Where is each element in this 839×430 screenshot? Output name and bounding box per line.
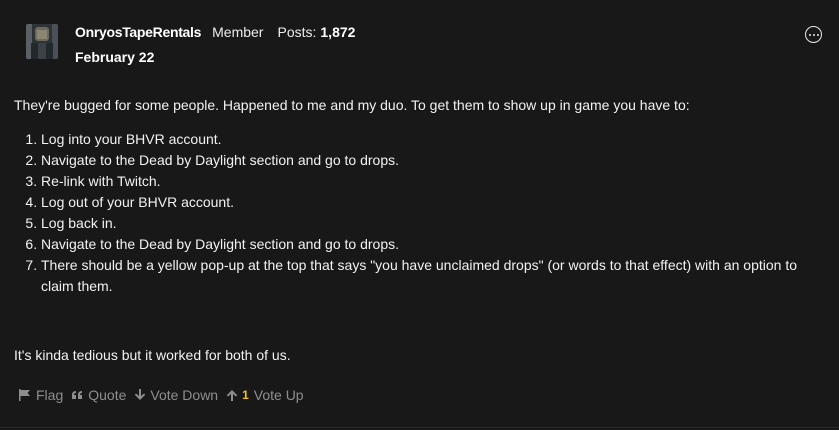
arrow-down-icon	[135, 389, 146, 400]
posts-label: Posts:	[277, 24, 317, 40]
post-divider	[0, 427, 839, 428]
options-dot	[808, 33, 811, 36]
author-role: Member	[212, 24, 264, 40]
author-line: OnryosTapeRentals Member Posts: 1,872	[75, 24, 355, 44]
ellipsis-circle-icon[interactable]	[805, 26, 822, 43]
quote-button[interactable]: Quote	[71, 387, 126, 403]
author-username[interactable]: OnryosTapeRentals	[75, 24, 201, 40]
list-item: Log back in.	[41, 213, 824, 234]
options-dot	[816, 33, 819, 36]
vote-up-button[interactable]: 1 Vote Up	[226, 387, 304, 403]
list-item: There should be a yellow pop-up at the t…	[41, 255, 824, 297]
vote-count: 1	[242, 388, 249, 402]
flag-icon	[19, 389, 30, 401]
arrow-up-icon	[226, 390, 238, 401]
quote-label: Quote	[88, 387, 127, 403]
post-header: OnryosTapeRentals Member Posts: 1,872 Fe…	[26, 24, 355, 65]
vote-down-label: Vote Down	[150, 387, 219, 403]
posts-count: 1,872	[320, 24, 356, 40]
list-item: Navigate to the Dead by Daylight section…	[41, 150, 824, 171]
list-item: Re-link with Twitch.	[41, 171, 824, 192]
flag-button[interactable]: Flag	[18, 387, 63, 403]
forum-post: OnryosTapeRentals Member Posts: 1,872 Fe…	[0, 0, 839, 430]
post-closing: It's kinda tedious but it worked for bot…	[14, 347, 291, 363]
flag-label: Flag	[36, 387, 64, 403]
avatar[interactable]	[26, 24, 58, 59]
post-actions: Flag Quote Vote Down 1 Vote Up	[18, 387, 312, 403]
author-meta: OnryosTapeRentals Member Posts: 1,872 Fe…	[75, 24, 355, 65]
vote-up-label: Vote Up	[253, 387, 304, 403]
post-body: They're bugged for some people. Happened…	[14, 95, 824, 297]
post-intro: They're bugged for some people. Happened…	[14, 97, 690, 113]
list-item: Navigate to the Dead by Daylight section…	[41, 234, 824, 255]
steps-list: Log into your BHVR account. Navigate to …	[14, 129, 824, 297]
list-item: Log into your BHVR account.	[41, 129, 824, 150]
avatar-image	[26, 24, 58, 59]
vote-down-button[interactable]: Vote Down	[134, 387, 218, 403]
options-dot	[812, 33, 815, 36]
quote-icon	[72, 391, 83, 399]
post-date[interactable]: February 22	[75, 49, 355, 65]
list-item: Log out of your BHVR account.	[41, 192, 824, 213]
